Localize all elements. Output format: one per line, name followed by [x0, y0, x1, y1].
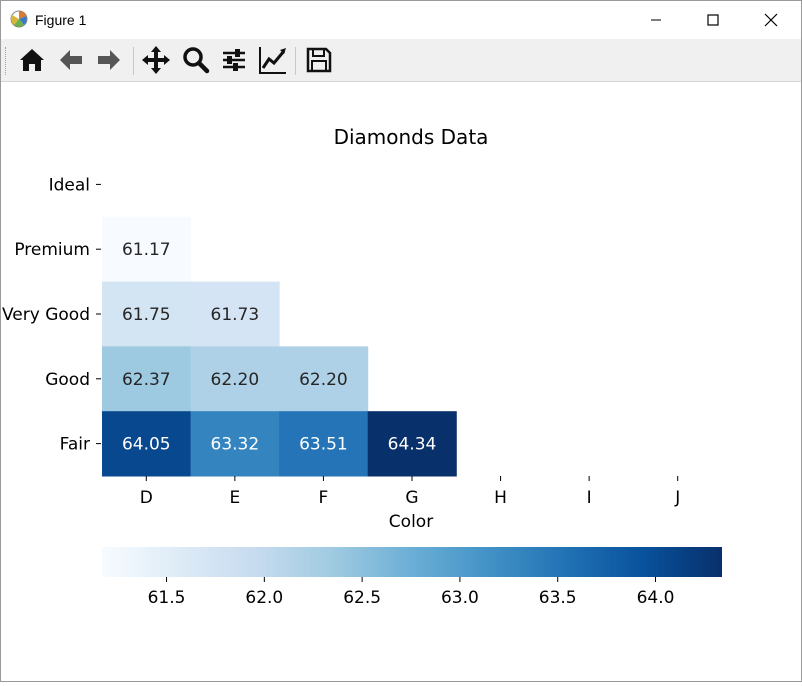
colorbar — [102, 547, 722, 577]
colorbar-tick-label: 64.0 — [637, 588, 675, 608]
x-axis-label: Color — [389, 512, 433, 532]
x-tick-label: H — [494, 488, 507, 508]
cell-value-label: 61.73 — [211, 305, 260, 325]
cell-value-label: 63.51 — [299, 435, 348, 455]
x-tick-label: F — [319, 488, 329, 508]
x-tick-label: D — [140, 488, 153, 508]
zoom-button[interactable] — [179, 43, 213, 77]
configure-subplots-icon — [223, 49, 245, 71]
back-arrow-icon — [60, 50, 82, 70]
figure-canvas[interactable]: Diamonds Data 61.17 61.75 61.73 62.37 62.20 6… — [1, 82, 801, 682]
cell-value-label: 62.37 — [122, 370, 171, 390]
edit-axis-button[interactable] — [256, 43, 290, 77]
toolbar-separator — [133, 47, 134, 75]
y-tick-label: Very Good — [2, 305, 90, 325]
y-tick-label: Premium — [14, 240, 90, 260]
chart-title: Diamonds Data — [334, 125, 489, 149]
colorbar-axis: 61.5 62.0 62.5 63.0 63.5 64.0 — [148, 577, 675, 608]
minimize-icon — [651, 19, 661, 21]
x-tick-label: I — [587, 488, 592, 508]
figure-window: Figure 1 Diamonds Data 61.17 61.75 61.73… — [0, 0, 802, 682]
navigation-toolbar — [1, 39, 801, 82]
maximize-icon — [707, 14, 719, 26]
pan-icon — [142, 46, 170, 74]
save-icon — [306, 47, 332, 73]
x-tick-label: J — [674, 488, 680, 508]
matplotlib-app-icon — [10, 10, 28, 28]
cell-value-label: 61.17 — [122, 240, 171, 260]
window-title: Figure 1 — [35, 12, 87, 28]
cell-value-label: 64.34 — [388, 435, 437, 455]
forward-arrow-icon — [98, 50, 120, 70]
pan-button[interactable] — [139, 43, 173, 77]
close-icon — [764, 13, 778, 27]
colorbar-tick-label: 63.0 — [441, 588, 479, 608]
cell-value-label: 61.75 — [122, 305, 171, 325]
colorbar-tick-label: 62.0 — [245, 588, 283, 608]
x-tick-label: E — [229, 488, 240, 508]
colorbar-tick-label: 62.5 — [343, 588, 381, 608]
edit-axis-icon — [259, 47, 286, 74]
configure-subplots-button[interactable] — [217, 43, 251, 77]
close-button[interactable] — [748, 1, 794, 39]
cell-value-label: 63.32 — [211, 435, 260, 455]
cell-value-label: 62.20 — [211, 370, 260, 390]
forward-button[interactable] — [92, 43, 126, 77]
title-bar: Figure 1 — [1, 1, 801, 39]
back-button[interactable] — [54, 43, 88, 77]
y-tick-label: Ideal — [49, 175, 90, 195]
minimize-button[interactable] — [633, 1, 679, 39]
maximize-button[interactable] — [690, 1, 736, 39]
y-tick-label: Good — [45, 370, 90, 390]
save-button[interactable] — [302, 43, 336, 77]
cell-value-label: 62.20 — [299, 370, 348, 390]
toolbar-separator — [295, 47, 296, 75]
cell-value-label: 64.05 — [122, 435, 171, 455]
home-button[interactable] — [15, 43, 49, 77]
toolbar-grip — [5, 47, 8, 75]
x-axis: D E F G H I J — [140, 476, 680, 508]
colorbar-tick-label: 63.5 — [539, 588, 577, 608]
colorbar-tick-label: 61.5 — [148, 588, 186, 608]
x-tick-label: G — [405, 488, 418, 508]
zoom-icon — [183, 47, 210, 74]
y-tick-label: Fair — [60, 435, 90, 455]
home-icon — [20, 49, 44, 71]
y-axis: Ideal Premium Very Good Good Fair — [2, 175, 101, 455]
heatmap-chart: Diamonds Data 61.1761.75 61.7362.37 62.20 6… — [2, 125, 722, 608]
heatmap-cells: 61.17 61.75 61.73 62.37 62.20 62.20 64.05 63.32… — [102, 216, 457, 477]
